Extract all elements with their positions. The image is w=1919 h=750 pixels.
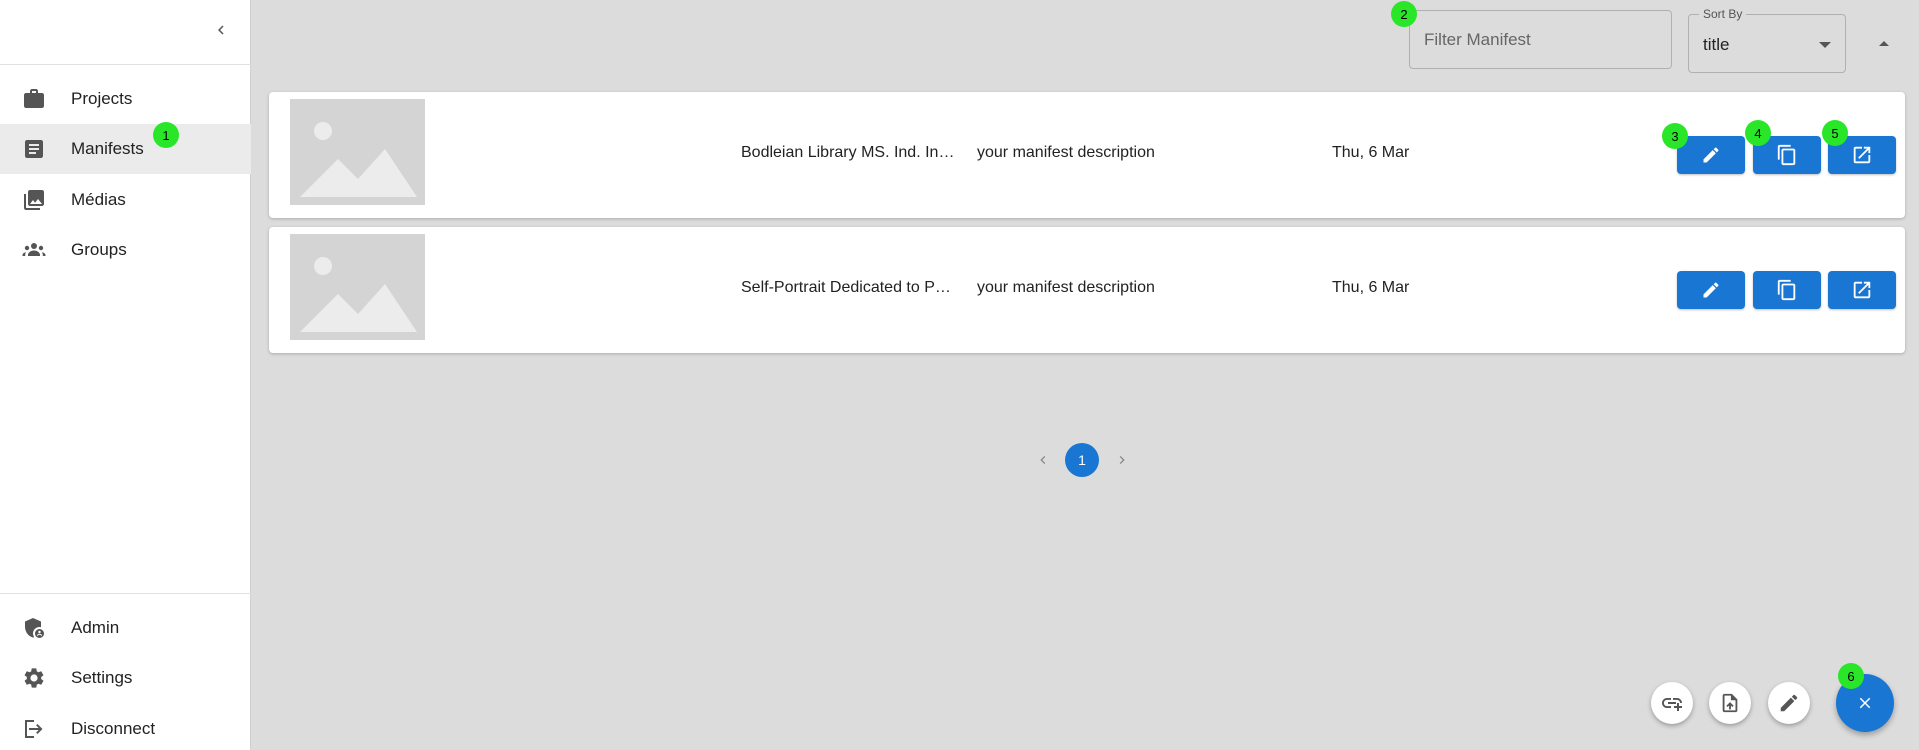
sidebar-item-label: Disconnect: [71, 719, 156, 738]
document-icon: [21, 136, 47, 162]
collapse-sidebar-button[interactable]: [205, 14, 237, 46]
add-link-button[interactable]: [1651, 682, 1693, 724]
chevron-left-icon: [1040, 456, 1046, 464]
edit-fab-button[interactable]: [1768, 682, 1810, 724]
previous-page-button[interactable]: [1027, 444, 1059, 476]
upload-file-button[interactable]: [1709, 682, 1751, 724]
marker-badge: 3: [1662, 123, 1688, 149]
add-link-icon: [1662, 698, 1682, 711]
close-icon: [1859, 697, 1871, 709]
divider: [0, 64, 251, 65]
sort-by-select[interactable]: Sort By title: [1688, 7, 1846, 73]
duplicate-icon: [1777, 144, 1796, 166]
manifest-description: your manifest description: [977, 279, 1155, 296]
sidebar-item-label: Médias: [71, 190, 126, 209]
chevron-left-icon: [218, 25, 224, 35]
upload-file-icon: [1722, 693, 1738, 713]
sidebar-item-admin[interactable]: Admin: [0, 603, 251, 653]
open-external-icon: [1853, 281, 1871, 299]
sidebar-item-label: Projects: [71, 89, 133, 108]
manifest-thumbnail: [290, 99, 425, 205]
manifest-card: Bodleian Library MS. Ind. Inst. Misc. 22…: [269, 92, 1905, 218]
marker-badge: 5: [1822, 120, 1848, 146]
edit-icon: [1703, 147, 1719, 163]
caret-down-icon: [1819, 42, 1831, 48]
sidebar-item-disconnect[interactable]: Disconnect: [0, 704, 251, 750]
logout-icon: [21, 716, 47, 742]
marker-badge: 6: [1838, 663, 1864, 689]
manifest-title[interactable]: Self-Portrait Dedicated to Paul Gauguin: [741, 279, 956, 297]
sidebar-item-manifests[interactable]: Manifests: [0, 124, 251, 174]
edit-button[interactable]: [1677, 136, 1745, 174]
open-external-button[interactable]: [1828, 271, 1896, 309]
admin-shield-icon: [21, 615, 47, 641]
sidebar-item-label: Settings: [71, 668, 133, 687]
marker-badge: 4: [1745, 120, 1771, 146]
sort-order-button[interactable]: [1866, 30, 1902, 58]
manifest-date: Thu, 6 Mar: [1332, 144, 1410, 161]
filter-manifest-field: [1409, 10, 1672, 69]
caret-up-icon: [1879, 41, 1889, 46]
sidebar-item-projects[interactable]: Projects: [0, 74, 251, 124]
divider: [0, 593, 251, 594]
page-1-button[interactable]: 1: [1065, 443, 1099, 477]
duplicate-icon: [1777, 279, 1796, 301]
briefcase-icon: [21, 86, 47, 112]
edit-icon: [1703, 282, 1719, 298]
filter-manifest-input[interactable]: [1424, 27, 1654, 53]
image-placeholder-icon: [290, 99, 425, 205]
edit-button[interactable]: [1677, 271, 1745, 309]
sort-by-value: title: [1703, 35, 1730, 54]
image-placeholder-icon: [290, 234, 425, 340]
sidebar-item-settings[interactable]: Settings: [0, 653, 251, 703]
groups-icon: [21, 237, 47, 263]
edit-icon: [1780, 694, 1798, 712]
marker-badge: 2: [1391, 1, 1417, 27]
manifest-thumbnail: [290, 234, 425, 340]
manifest-card: Self-Portrait Dedicated to Paul Gauguin …: [269, 227, 1905, 353]
photo-library-icon: [21, 187, 47, 213]
sidebar: Projects Manifests Médias Groups Admin S…: [0, 0, 251, 750]
sidebar-item-label: Groups: [71, 240, 127, 259]
sidebar-item-label: Manifests: [71, 139, 144, 158]
duplicate-button[interactable]: [1753, 271, 1821, 309]
manifest-description: your manifest description: [977, 144, 1155, 161]
sort-by-label: Sort By: [1699, 7, 1747, 21]
manifest-title[interactable]: Bodleian Library MS. Ind. Inst. Misc. 22: [741, 144, 956, 162]
sidebar-item-groups[interactable]: Groups: [0, 225, 251, 275]
sidebar-item-medias[interactable]: Médias: [0, 175, 251, 225]
chevron-right-icon: [1119, 456, 1125, 464]
marker-badge: 1: [153, 122, 179, 148]
next-page-button[interactable]: [1106, 444, 1138, 476]
open-external-icon: [1853, 146, 1871, 164]
gear-icon: [21, 665, 47, 691]
sidebar-item-label: Admin: [71, 618, 120, 637]
manifest-date: Thu, 6 Mar: [1332, 279, 1410, 296]
